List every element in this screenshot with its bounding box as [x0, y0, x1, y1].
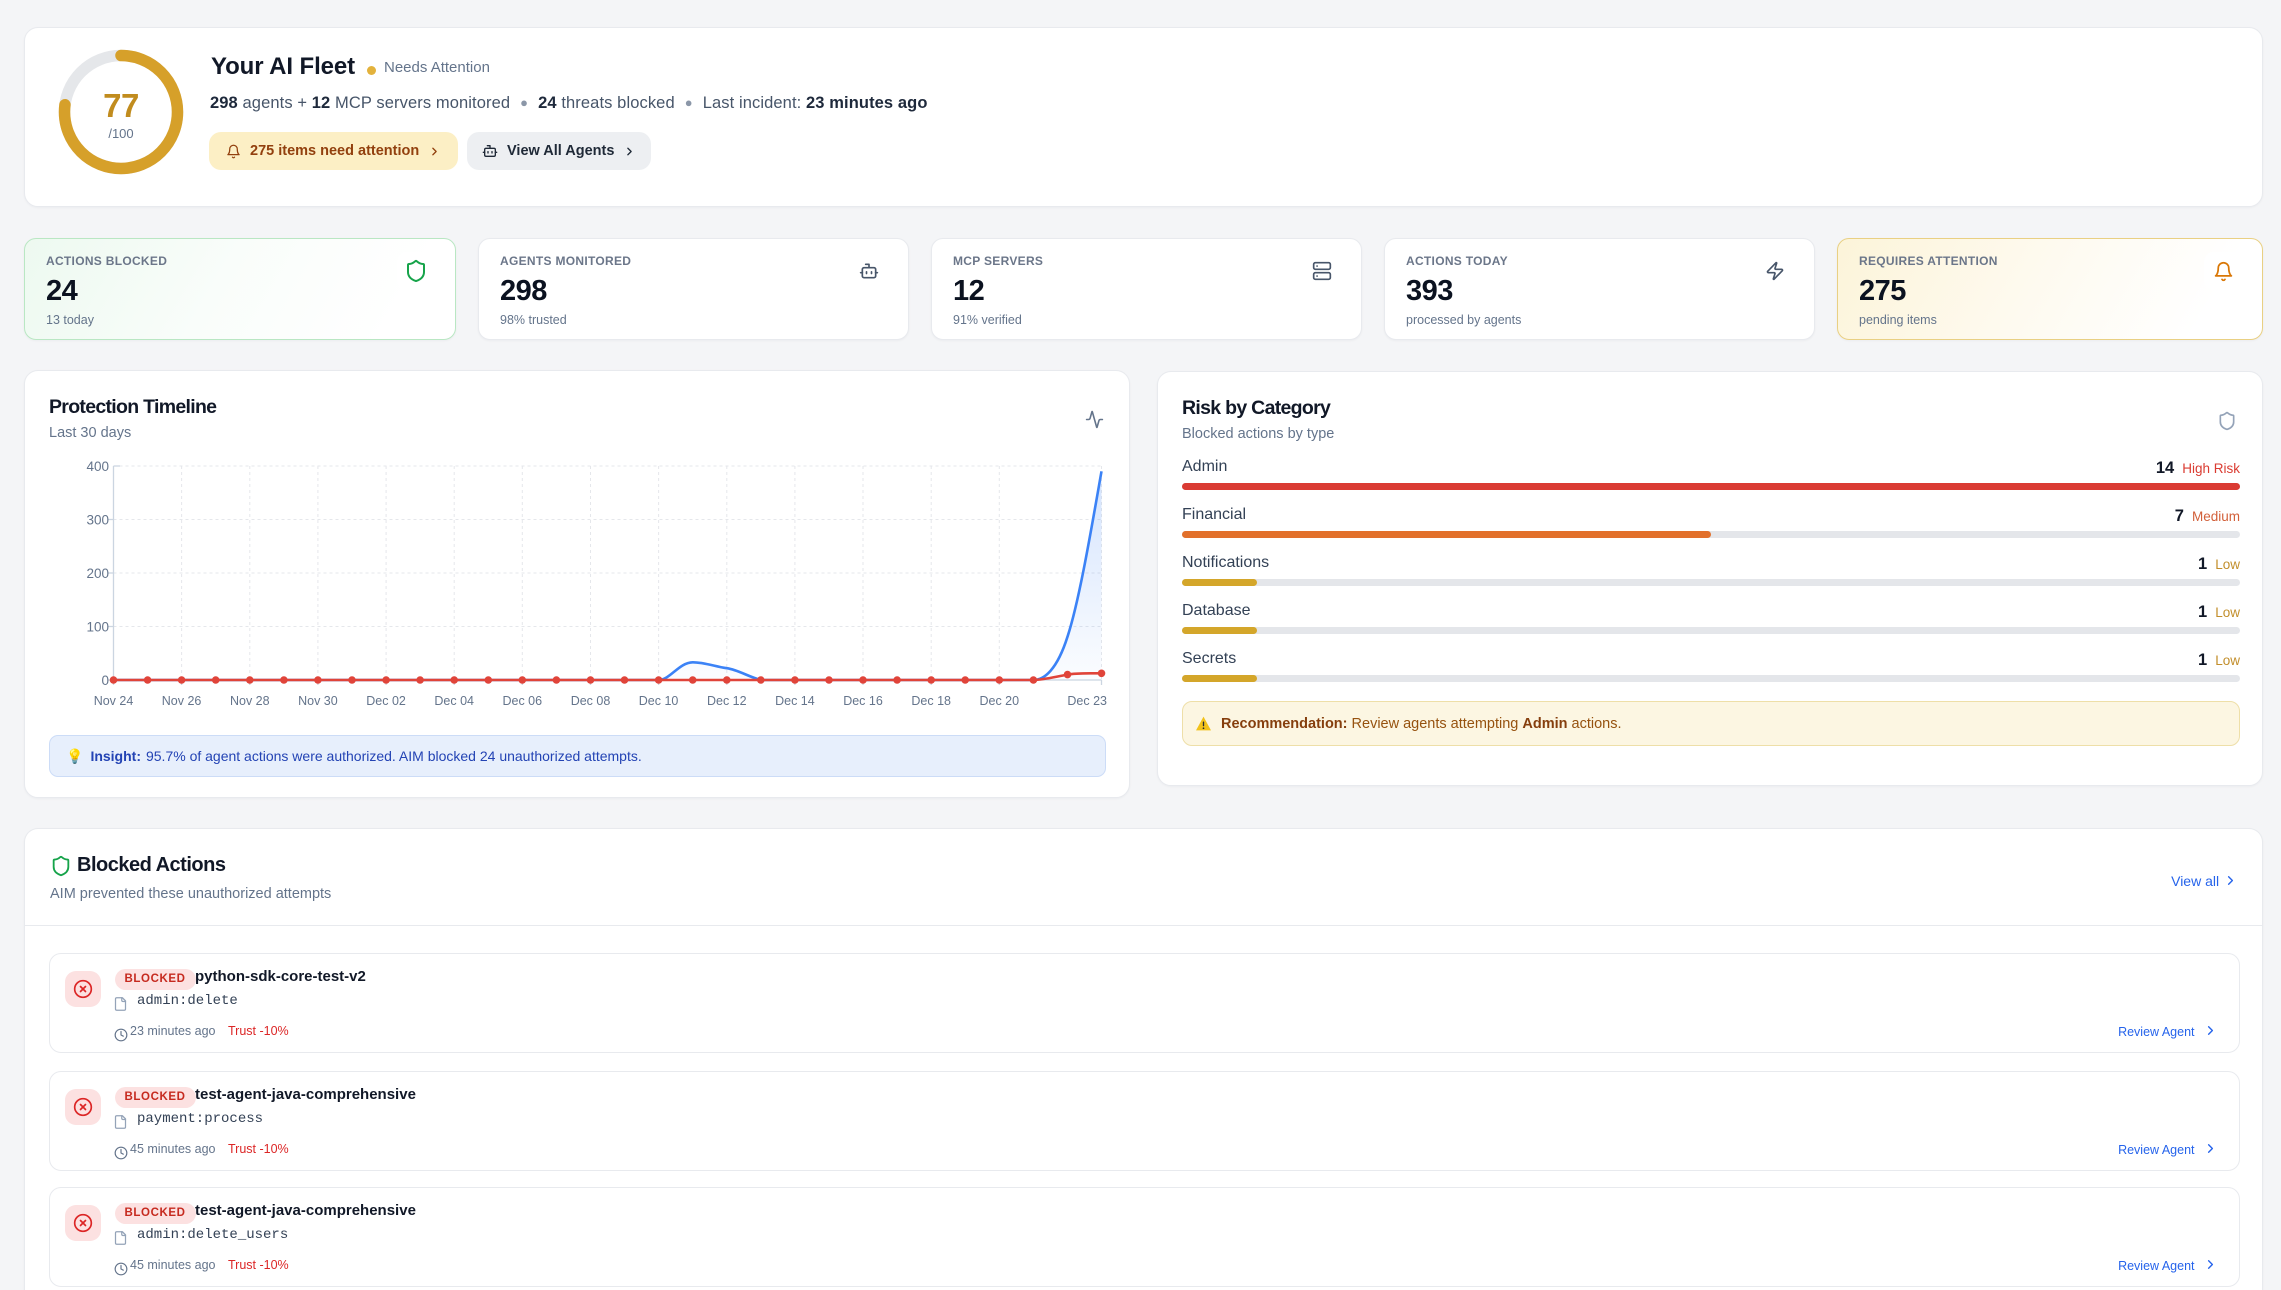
svg-text:Dec 04: Dec 04 — [434, 694, 474, 708]
svg-text:Dec 16: Dec 16 — [843, 694, 883, 708]
svg-text:Dec 10: Dec 10 — [639, 694, 679, 708]
svg-text:Nov 30: Nov 30 — [298, 694, 338, 708]
svg-text:Nov 28: Nov 28 — [230, 694, 270, 708]
svg-text:400: 400 — [86, 459, 109, 474]
svg-text:Dec 20: Dec 20 — [979, 694, 1019, 708]
svg-text:Dec 08: Dec 08 — [571, 694, 611, 708]
svg-text:Dec 02: Dec 02 — [366, 694, 406, 708]
svg-text:Nov 26: Nov 26 — [162, 694, 202, 708]
svg-text:Dec 18: Dec 18 — [911, 694, 951, 708]
svg-text:Nov 24: Nov 24 — [94, 694, 134, 708]
svg-text:300: 300 — [86, 513, 109, 528]
svg-text:Dec 12: Dec 12 — [707, 694, 747, 708]
svg-text:0: 0 — [101, 673, 109, 688]
svg-text:Dec 23: Dec 23 — [1067, 694, 1107, 708]
svg-text:Dec 06: Dec 06 — [502, 694, 542, 708]
svg-text:100: 100 — [86, 620, 109, 635]
svg-text:200: 200 — [86, 566, 109, 581]
svg-text:Dec 14: Dec 14 — [775, 694, 815, 708]
